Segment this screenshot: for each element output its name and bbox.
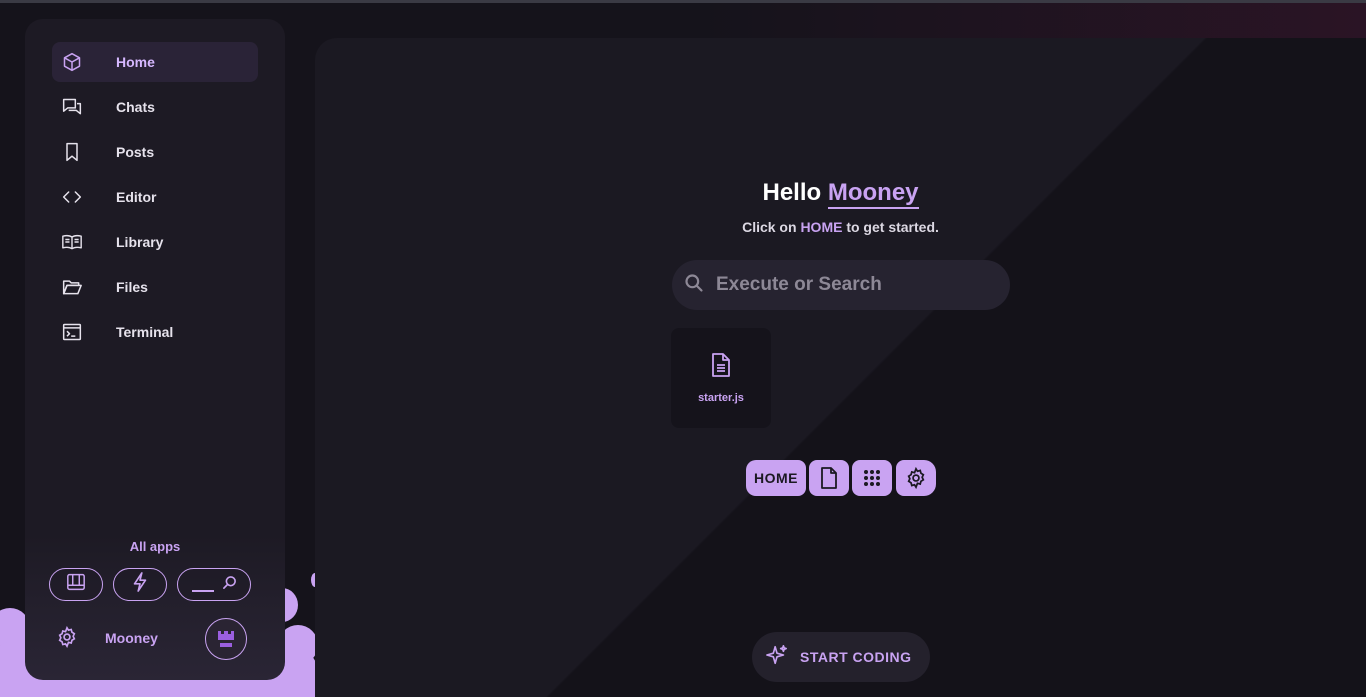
search-input[interactable]: Execute or Search — [672, 260, 1010, 310]
grid-icon — [864, 470, 880, 486]
subtitle-highlight: HOME — [800, 219, 843, 235]
main-panel: Hello Mooney Click on HOME to get starte… — [315, 38, 1366, 697]
search-icon — [222, 575, 237, 595]
gear-icon — [907, 467, 925, 489]
sidebar-item-label: Editor — [116, 189, 157, 205]
sidebar-search-button[interactable] — [177, 568, 251, 601]
sidebar-item-label: Home — [116, 54, 155, 70]
cursor-underscore-icon — [191, 589, 214, 592]
sidebar-item-library[interactable]: Library — [52, 222, 258, 262]
greeting-prefix: Hello — [762, 179, 822, 206]
all-apps-link[interactable]: All apps — [25, 539, 285, 554]
avatar[interactable] — [205, 618, 247, 660]
sidebar: Home Chats Posts Editor Library Files Te… — [25, 19, 285, 680]
sparkle-icon — [766, 644, 788, 671]
cube-icon — [62, 52, 82, 72]
start-coding-label: START CODING — [800, 649, 912, 665]
terminal-icon — [62, 322, 82, 342]
user-name[interactable]: Mooney — [105, 630, 158, 646]
sidebar-item-terminal[interactable]: Terminal — [52, 312, 258, 352]
quick-action-button[interactable] — [113, 568, 167, 601]
search-icon — [684, 273, 704, 298]
apps-grid-button[interactable] — [852, 460, 892, 496]
sidebar-item-home[interactable]: Home — [52, 42, 258, 82]
file-name: starter.js — [698, 391, 744, 404]
castle-icon — [218, 631, 234, 647]
sidebar-item-posts[interactable]: Posts — [52, 132, 258, 172]
settings-gear-icon[interactable] — [56, 625, 78, 649]
file-icon — [711, 352, 731, 382]
subtitle: Click on HOME to get started. — [315, 219, 1366, 235]
file-card[interactable]: starter.js — [671, 328, 771, 428]
sidebar-item-chats[interactable]: Chats — [52, 87, 258, 127]
sidebar-nav: Home Chats Posts Editor Library Files Te… — [52, 42, 258, 357]
new-file-button[interactable] — [809, 460, 849, 496]
sidebar-item-label: Posts — [116, 144, 155, 160]
sidebar-item-editor[interactable]: Editor — [52, 177, 258, 217]
greeting-name: Mooney — [827, 179, 919, 209]
sidebar-item-label: Library — [116, 234, 164, 250]
start-coding-button[interactable]: START CODING — [752, 632, 930, 682]
background-shade — [315, 38, 1366, 697]
search-placeholder: Execute or Search — [716, 274, 882, 295]
subtitle-pre: Click on — [742, 219, 797, 235]
board-icon — [66, 573, 86, 596]
subtitle-post: to get started. — [846, 219, 939, 235]
folder-icon — [62, 277, 82, 297]
sidebar-item-label: Chats — [116, 99, 155, 115]
sidebar-item-label: Terminal — [116, 324, 174, 340]
board-button[interactable] — [49, 568, 103, 601]
settings-button[interactable] — [896, 460, 936, 496]
bolt-icon — [132, 572, 148, 597]
sidebar-item-files[interactable]: Files — [52, 267, 258, 307]
top-glow — [700, 3, 1366, 38]
chats-icon — [62, 97, 82, 117]
file-icon — [821, 467, 837, 489]
quick-toolbar: HOME — [315, 460, 1366, 496]
greeting-heading: Hello Mooney — [315, 179, 1366, 209]
home-button[interactable]: HOME — [746, 460, 806, 496]
book-icon — [62, 232, 82, 252]
bookmark-icon — [62, 142, 82, 162]
code-icon — [62, 187, 82, 207]
sidebar-item-label: Files — [116, 279, 148, 295]
